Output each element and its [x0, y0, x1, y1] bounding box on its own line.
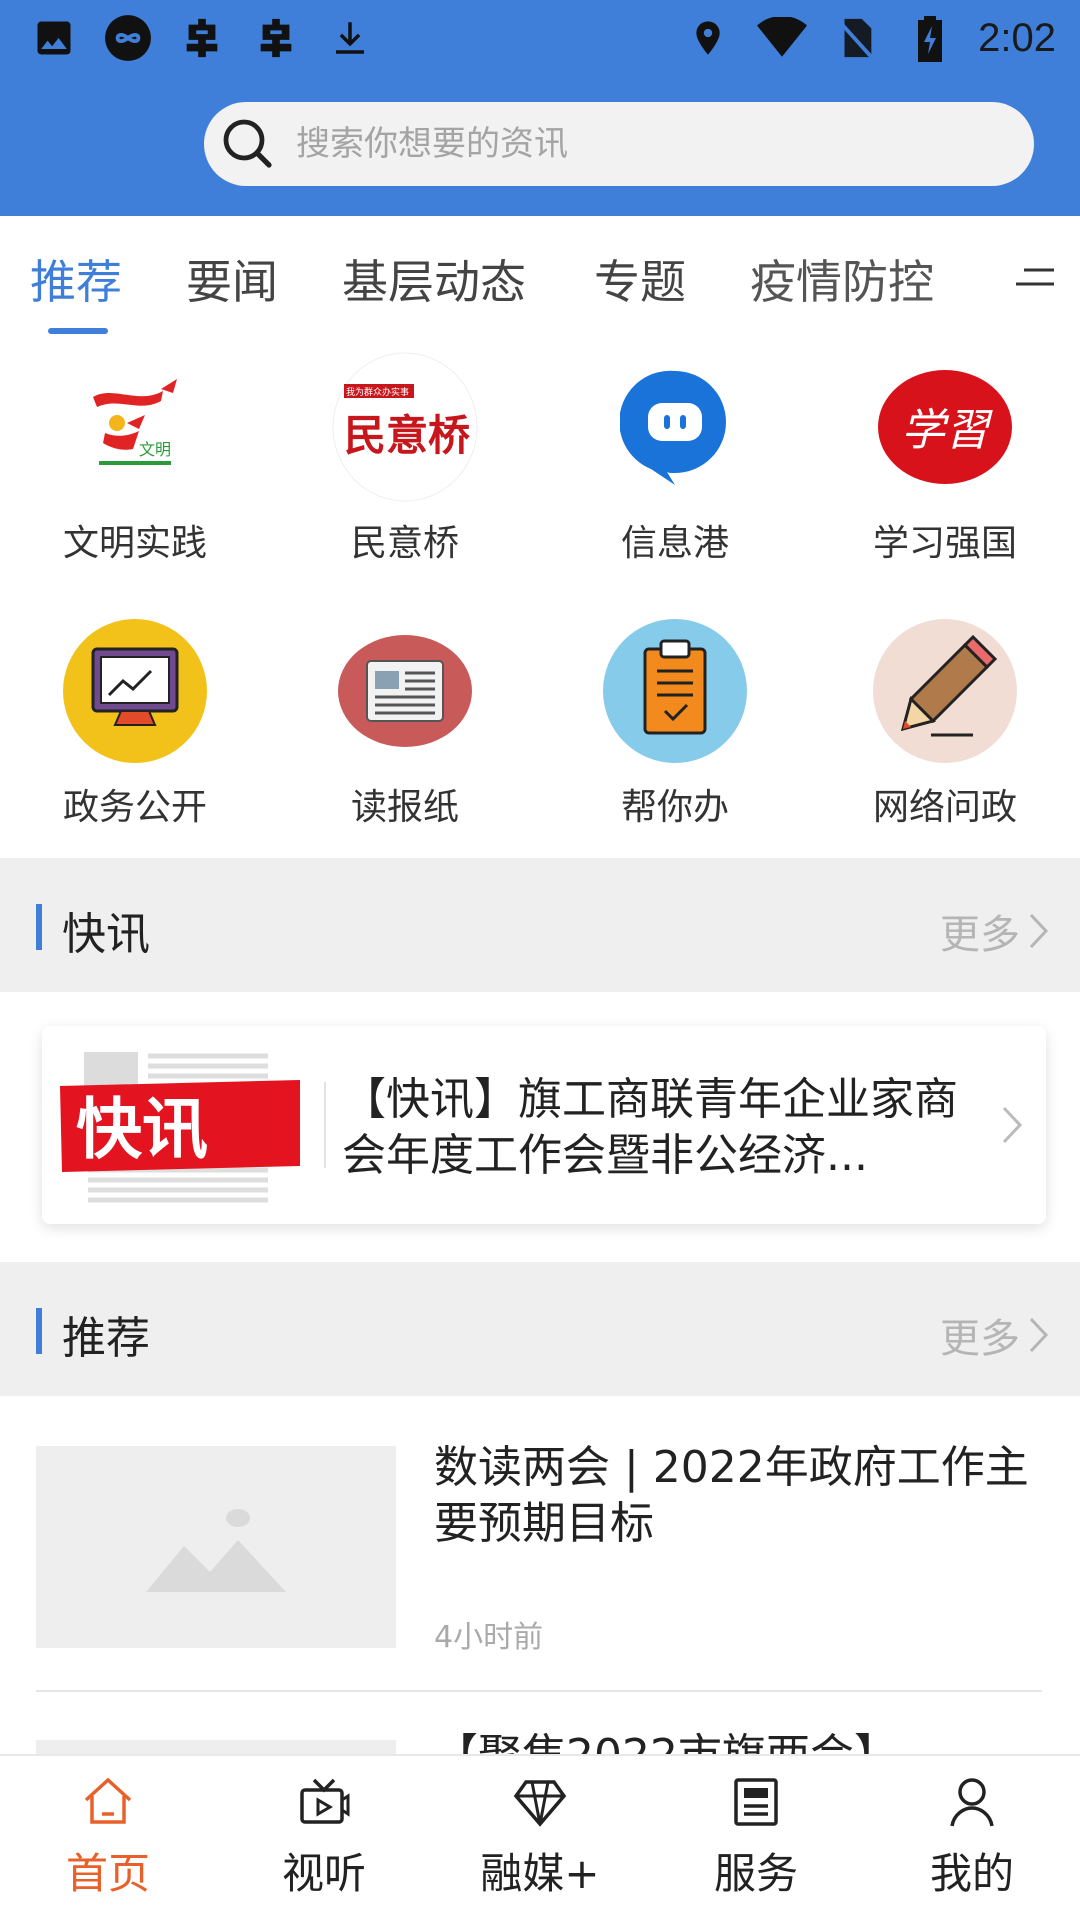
- diamond-icon: [513, 1780, 567, 1827]
- tv-play-icon: [300, 1778, 350, 1824]
- nav-label: 服务: [713, 1849, 798, 1898]
- tab-epidemic-control[interactable]: 疫情防控: [750, 246, 934, 312]
- flash-section-header: 快讯 更多: [0, 858, 1080, 992]
- news-document-icon: [734, 1778, 778, 1826]
- flash-news-card[interactable]: 快讯 【快讯】旗工商联青年企业家商会年度工作会暨非公经济...: [42, 1026, 1046, 1224]
- search-icon: [220, 116, 276, 172]
- nav-home[interactable]: 首页: [0, 1774, 216, 1914]
- grid-label: 帮你办: [620, 787, 729, 828]
- chevron-right-icon: [1029, 1317, 1049, 1353]
- category-tabs: 推荐 要闻 基层动态 专题 疫情防控: [0, 216, 1080, 336]
- tab-special-topics[interactable]: 专题: [594, 246, 686, 312]
- chevron-right-icon: [998, 1102, 1028, 1148]
- nav-label: 首页: [65, 1849, 150, 1898]
- grid-item-help-you-handle[interactable]: 帮你办: [540, 616, 810, 836]
- svg-text:学習: 学習: [901, 405, 993, 456]
- section-title: 推荐: [62, 1313, 150, 1364]
- article-time: 4小时前: [434, 1620, 544, 1655]
- app-header: 2:02: [0, 0, 1080, 216]
- grid-item-civilization-practice[interactable]: 文明 文明实践: [0, 352, 270, 572]
- section-accent-bar: [36, 904, 42, 950]
- article-thumbnail[interactable]: [36, 1446, 396, 1648]
- svg-text:我为群众办实事: 我为群众办实事: [346, 386, 409, 398]
- grid-label: 政务公开: [62, 787, 207, 828]
- location-icon: [682, 12, 734, 64]
- download-icon: [324, 12, 376, 64]
- infinity-app-icon: [102, 12, 154, 64]
- recommend-section-header: 推荐 更多: [0, 1262, 1080, 1396]
- recommend-more-link[interactable]: 更多: [940, 1306, 1050, 1364]
- user-icon: [950, 1778, 994, 1827]
- nav-media-plus[interactable]: 融媒+: [432, 1774, 648, 1914]
- status-bar: 2:02: [0, 0, 1080, 76]
- newspaper-icon: [330, 616, 480, 766]
- grid-item-xuexi-qiangguo[interactable]: 学習 学习强国: [810, 352, 1080, 572]
- nav-label: 我的: [929, 1849, 1014, 1898]
- tab-recommend[interactable]: 推荐: [30, 246, 122, 312]
- tab-menu-icon[interactable]: [1014, 260, 1058, 300]
- svg-text:文明: 文明: [139, 440, 171, 459]
- tab-headline-news[interactable]: 要闻: [186, 246, 278, 312]
- svg-text:快讯: 快讯: [76, 1091, 208, 1168]
- no-sim-icon: [830, 12, 882, 64]
- grid-label: 文明实践: [62, 523, 207, 564]
- nav-services[interactable]: 服务: [648, 1774, 864, 1914]
- grid-label: 信息港: [620, 523, 729, 564]
- gov-affairs-icon: [60, 616, 210, 766]
- more-label: 更多: [940, 912, 1020, 958]
- nav-label: 视听: [281, 1849, 366, 1898]
- flash-more-link[interactable]: 更多: [940, 902, 1050, 960]
- section-accent-bar: [36, 1308, 42, 1354]
- civilization-practice-icon: 文明: [60, 352, 210, 502]
- grid-item-online-inquiry[interactable]: 网络问政: [810, 616, 1080, 836]
- flash-news-headline: 【快讯】旗工商联青年企业家商会年度工作会暨非公经济...: [342, 1074, 958, 1181]
- wifi-icon: [756, 12, 808, 64]
- pencil-icon: [870, 616, 1020, 766]
- gallery-icon: [28, 12, 80, 64]
- public-opinion-bridge-icon: 我为群众办实事 民意桥: [330, 352, 480, 502]
- grid-label: 民意桥: [350, 523, 459, 564]
- info-port-icon: [600, 352, 750, 502]
- grid-item-newspaper[interactable]: 读报纸: [270, 616, 540, 836]
- search-bar[interactable]: [204, 102, 1034, 186]
- grid-label: 读报纸: [350, 787, 459, 828]
- grid-item-public-opinion-bridge[interactable]: 我为群众办实事 民意桥 民意桥: [270, 352, 540, 572]
- flash-news-logo: 快讯: [58, 1048, 348, 1206]
- tab-grassroots-news[interactable]: 基层动态: [342, 246, 526, 312]
- more-label: 更多: [940, 1316, 1020, 1362]
- search-input[interactable]: [296, 124, 976, 164]
- xuexi-qiangguo-icon: 学習: [870, 352, 1020, 502]
- clock: 2:02: [978, 15, 1056, 60]
- grid-label: 网络问政: [872, 787, 1017, 828]
- active-tab-indicator: [48, 328, 108, 334]
- grid-label: 学习强国: [872, 523, 1017, 564]
- chevron-right-icon: [1029, 913, 1049, 949]
- home-icon: [84, 1777, 132, 1824]
- bottom-navigation: 首页 视听 融媒+ 服务 我的: [0, 1754, 1080, 1920]
- battery-charging-icon: [904, 12, 956, 64]
- grid-item-info-port[interactable]: 信息港: [540, 352, 810, 572]
- article-title[interactable]: 数读两会 | 2022年政府工作主要预期目标: [434, 1440, 1034, 1552]
- divider: [324, 1082, 326, 1168]
- section-title: 快讯: [62, 909, 150, 960]
- nav-audio-video[interactable]: 视听: [216, 1774, 432, 1914]
- nav-label: 融媒+: [480, 1849, 600, 1898]
- svg-text:民意桥: 民意桥: [344, 411, 470, 460]
- clipboard-icon: [600, 616, 750, 766]
- image-placeholder-icon: [146, 1509, 286, 1592]
- divider: [36, 1690, 1042, 1692]
- nav-mine[interactable]: 我的: [864, 1774, 1080, 1914]
- bug-icon: [250, 12, 302, 64]
- bug-icon: [176, 12, 228, 64]
- grid-item-gov-affairs[interactable]: 政务公开: [0, 616, 270, 836]
